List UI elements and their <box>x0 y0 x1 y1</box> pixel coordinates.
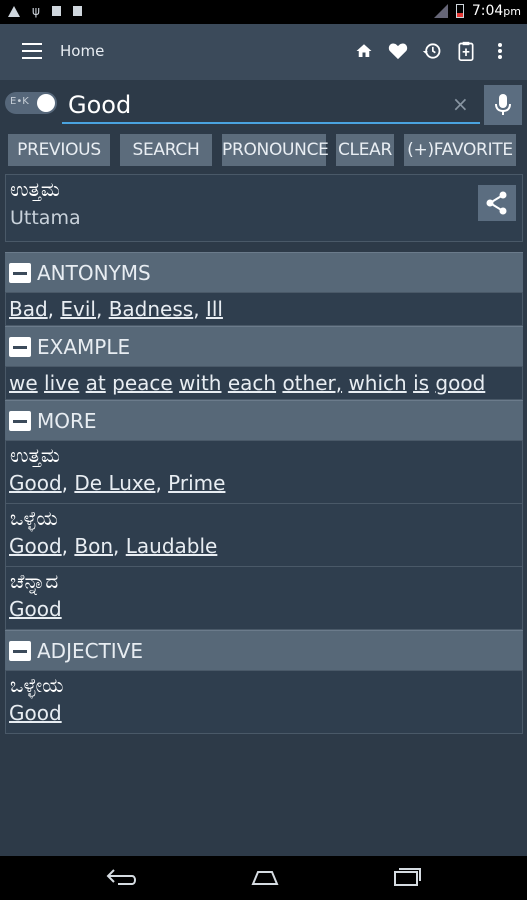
word-link[interactable]: live <box>44 371 79 395</box>
example-sentence: we live at peace with each other, which … <box>5 366 523 400</box>
app-toolbar: Home <box>0 24 527 80</box>
search-row: E•K × <box>0 84 527 128</box>
menu-icon[interactable] <box>22 43 42 59</box>
word-link[interactable]: other, <box>282 371 342 395</box>
list-item: ಒಳ್ಳೆಯ Good, Bon, Laudable <box>6 504 522 567</box>
adjective-section-header[interactable]: ADJECTIVE <box>5 630 523 670</box>
collapse-icon <box>9 336 31 357</box>
word-link[interactable]: Good <box>9 597 62 621</box>
share-button[interactable] <box>478 185 516 221</box>
main-translation-kannada: ಉತ್ತಮ <box>10 177 60 201</box>
word-link[interactable]: Bad <box>9 297 48 321</box>
word-link[interactable]: we <box>9 371 38 395</box>
previous-button[interactable]: PREVIOUS <box>8 134 110 166</box>
word-link[interactable]: Ill <box>206 297 223 321</box>
list-item: ಉತ್ತಮ Good, De Luxe, Prime <box>6 441 522 504</box>
clear-input-icon[interactable]: × <box>452 92 469 116</box>
status-bar: ψ 7:04pm <box>0 0 527 24</box>
word-link[interactable]: Laudable <box>126 534 218 558</box>
microphone-button[interactable] <box>484 85 522 125</box>
word-link[interactable]: Good <box>9 471 62 495</box>
microphone-icon <box>495 94 511 115</box>
word-link[interactable]: each <box>228 371 276 395</box>
word-link[interactable]: which <box>348 371 406 395</box>
word-link[interactable]: peace <box>112 371 173 395</box>
collapse-icon <box>9 410 31 431</box>
language-toggle[interactable]: E•K <box>5 92 57 114</box>
warning-icon <box>8 5 20 17</box>
back-icon[interactable] <box>106 866 138 892</box>
usb-icon: ψ <box>32 4 40 18</box>
word-link[interactable]: is <box>413 371 429 395</box>
results-panel: ಉತ್ತಮ Uttama ANTONYMS Bad, Evil, Badness… <box>5 174 523 734</box>
sd-card-icon <box>72 6 82 16</box>
word-link[interactable]: De Luxe <box>74 471 155 495</box>
home-icon[interactable] <box>353 40 375 62</box>
word-link[interactable]: Bon <box>74 534 113 558</box>
example-section-header[interactable]: EXAMPLE <box>5 326 523 366</box>
main-translation-translit: Uttama <box>10 207 81 229</box>
word-link[interactable]: with <box>179 371 221 395</box>
battery-icon <box>455 4 464 18</box>
page-title: Home <box>60 42 105 60</box>
clock: 7:04pm <box>471 3 521 19</box>
antonyms-section-header[interactable]: ANTONYMS <box>5 252 523 292</box>
word-link[interactable]: good <box>435 371 485 395</box>
search-input[interactable] <box>62 88 480 124</box>
word-link[interactable]: Badness <box>109 297 194 321</box>
main-translation-card: ಉತ್ತಮ Uttama <box>5 174 523 242</box>
adjective-list: ಒಳ್ಳೇಯ Good <box>5 670 523 734</box>
collapse-icon <box>9 262 31 283</box>
clear-button[interactable]: CLEAR <box>336 134 394 166</box>
recents-icon[interactable] <box>392 866 422 892</box>
signal-icon <box>433 4 448 18</box>
home-nav-icon[interactable] <box>248 866 282 892</box>
word-link[interactable]: Prime <box>168 471 225 495</box>
toggle-knob <box>37 94 55 112</box>
collapse-icon <box>9 640 31 661</box>
history-icon[interactable] <box>421 40 443 62</box>
list-item: ಚೆನ್ನಾದ Good <box>9 569 62 621</box>
word-link[interactable]: at <box>86 371 106 395</box>
share-icon <box>486 191 507 215</box>
search-button[interactable]: SEARCH <box>120 134 212 166</box>
word-link[interactable]: Good <box>9 534 62 558</box>
more-section-header[interactable]: MORE <box>5 400 523 440</box>
word-link[interactable]: Good <box>9 701 62 725</box>
pronounce-button[interactable]: PRONOUNCE <box>222 134 329 166</box>
list-item: ಒಳ್ಳೇಯ Good <box>9 673 64 725</box>
overflow-menu-icon[interactable] <box>489 40 511 62</box>
antonyms-list: Bad, Evil, Badness, Ill <box>5 292 523 326</box>
word-link[interactable]: Evil <box>60 297 96 321</box>
action-button-bar: PREVIOUS SEARCH PRONOUNCE CLEAR (+)FAVOR… <box>8 134 521 166</box>
more-list: ಉತ್ತಮ Good, De Luxe, Prime ಒಳ್ಳೆಯ Good, … <box>5 440 523 630</box>
favorite-button[interactable]: (+)FAVORITE <box>404 134 516 166</box>
heart-icon[interactable] <box>387 40 409 62</box>
system-nav-bar <box>0 856 527 900</box>
image-notification-icon <box>51 6 61 16</box>
clipboard-icon[interactable] <box>455 40 477 62</box>
